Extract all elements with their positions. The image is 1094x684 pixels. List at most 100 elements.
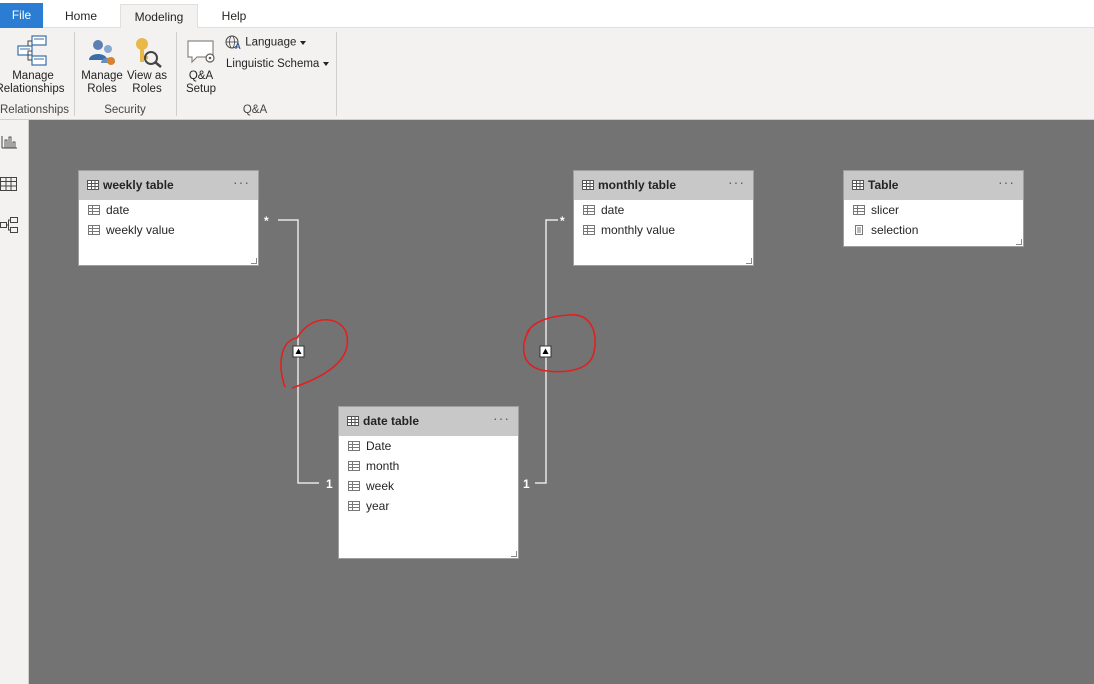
resize-handle[interactable] [251, 258, 257, 264]
manage-relationships-button[interactable]: Manage Relationships [0, 34, 66, 96]
view-as-roles-button[interactable]: View as Roles [125, 36, 169, 96]
field-name: date [601, 203, 625, 217]
field-name: weekly value [106, 223, 175, 237]
view-switcher [0, 120, 29, 684]
manage-roles-label-2: Roles [87, 83, 117, 95]
resize-handle[interactable] [746, 258, 752, 264]
language-label: Language [245, 36, 297, 49]
security-group-label: Security [104, 104, 146, 116]
qa-group-label: Q&A [242, 104, 268, 116]
column-icon [583, 205, 595, 215]
relationship-one-weekly: 1 [326, 477, 333, 491]
field-row[interactable]: date [79, 200, 258, 220]
manage-roles-button[interactable]: Manage Roles [80, 36, 124, 96]
language-dropdown[interactable]: A Language [225, 35, 307, 51]
relationships-group-label: Relationships [0, 104, 70, 116]
qa-setup-label-1: Q&A [188, 70, 214, 82]
field-row[interactable]: week [339, 476, 518, 496]
qa-setup-label-2: Setup [185, 83, 217, 95]
table-card-date[interactable]: date table ··· Date month week year [338, 406, 519, 559]
field-row[interactable]: weekly value [79, 220, 258, 240]
field-name: monthly value [601, 223, 676, 237]
table-card-header[interactable]: monthly table ··· [574, 171, 753, 200]
language-icon: A [225, 35, 241, 51]
relationship-many-monthly: * [560, 214, 565, 228]
column-icon [88, 225, 100, 235]
column-icon [348, 501, 360, 511]
tab-help[interactable]: Help [212, 4, 256, 28]
qa-setup-button[interactable]: Q&A Setup [182, 38, 220, 96]
column-icon [88, 205, 100, 215]
tab-home[interactable]: Home [56, 4, 106, 28]
table-card-monthly[interactable]: monthly table ··· date monthly value [573, 170, 754, 266]
annotation-circle-weekly [280, 318, 349, 389]
column-icon [583, 225, 595, 235]
field-name: Date [366, 439, 392, 453]
resize-handle[interactable] [1016, 239, 1022, 245]
table-card-table[interactable]: Table ··· slicer selection [843, 170, 1024, 247]
table-title: date table [363, 414, 420, 428]
field-row[interactable]: Date [339, 436, 518, 456]
column-icon [348, 461, 360, 471]
more-options-icon[interactable]: ··· [998, 174, 1015, 190]
table-title: Table [868, 178, 899, 192]
view-as-roles-label-1: View as [126, 70, 168, 82]
table-title: monthly table [598, 178, 677, 192]
svg-text:A: A [235, 42, 241, 50]
field-row[interactable]: year [339, 496, 518, 516]
table-card-header[interactable]: Table ··· [844, 171, 1023, 200]
ribbon: Manage Relationships Relationships Manag… [0, 28, 1094, 120]
ribbon-separator [336, 32, 337, 116]
field-name: slicer [871, 203, 900, 217]
more-options-icon[interactable]: ··· [233, 174, 250, 190]
column-icon [348, 441, 360, 451]
column-icon [853, 205, 865, 215]
field-row[interactable]: monthly value [574, 220, 753, 240]
field-row[interactable]: month [339, 456, 518, 476]
manage-relationships-label-1: Manage [12, 70, 54, 82]
chevron-down-icon [323, 61, 330, 66]
manage-roles-icon [89, 40, 115, 65]
field-row[interactable]: selection [844, 220, 1023, 240]
data-view-icon[interactable] [0, 176, 18, 192]
field-name: selection [871, 223, 919, 237]
table-icon [852, 180, 864, 190]
model-view-icon[interactable] [0, 217, 18, 233]
qa-setup-icon [187, 40, 215, 64]
view-as-roles-icon [136, 38, 162, 68]
field-row[interactable]: date [574, 200, 753, 220]
annotation-circle-monthly [522, 314, 596, 373]
relationships-icon [17, 35, 47, 66]
manage-relationships-label-2: Relationships [0, 83, 65, 95]
more-options-icon[interactable]: ··· [728, 174, 745, 190]
report-view-icon[interactable] [0, 134, 18, 150]
tab-modeling[interactable]: Modeling [120, 4, 198, 29]
chevron-down-icon [300, 40, 307, 45]
model-canvas[interactable]: * 1 * 1 weekly table ··· date weekly val… [29, 120, 1094, 684]
linguistic-schema-dropdown[interactable]: Linguistic Schema [226, 58, 330, 70]
tab-file[interactable]: File [0, 3, 43, 28]
measure-icon [855, 225, 863, 235]
more-options-icon[interactable]: ··· [493, 410, 510, 426]
table-card-weekly[interactable]: weekly table ··· date weekly value [78, 170, 259, 266]
ribbon-separator [176, 32, 177, 116]
field-name: week [366, 479, 395, 493]
table-card-header[interactable]: date table ··· [339, 407, 518, 436]
table-icon [347, 416, 359, 426]
table-card-header[interactable]: weekly table ··· [79, 171, 258, 200]
linguistic-schema-label: Linguistic Schema [226, 58, 320, 70]
resize-handle[interactable] [511, 551, 517, 557]
field-name: month [366, 459, 400, 473]
ribbon-tab-bar: File Home Modeling Help [0, 0, 1094, 29]
view-as-roles-label-2: Roles [132, 83, 162, 95]
field-row[interactable]: slicer [844, 200, 1023, 220]
field-name: year [366, 499, 390, 513]
ribbon-separator [74, 32, 75, 116]
table-icon [582, 180, 594, 190]
relationship-many-weekly: * [264, 214, 269, 228]
relationship-one-monthly: 1 [523, 477, 530, 491]
column-icon [348, 481, 360, 491]
manage-roles-label-1: Manage [81, 70, 123, 82]
table-icon [87, 180, 99, 190]
field-name: date [106, 203, 130, 217]
